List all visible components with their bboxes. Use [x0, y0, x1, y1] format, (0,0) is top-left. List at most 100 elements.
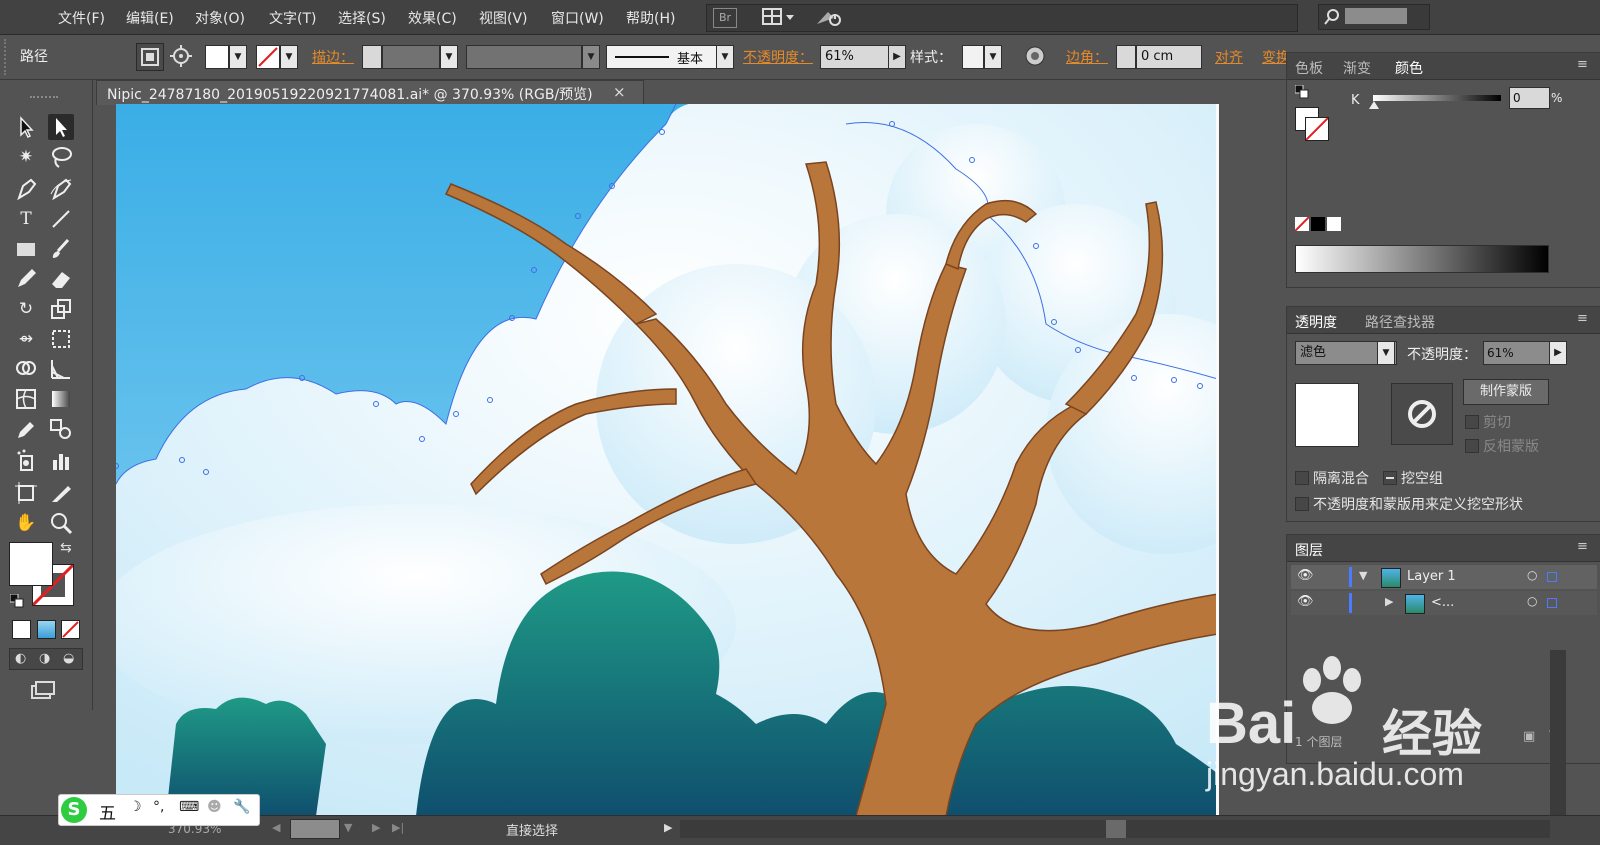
direct-selection-tool-icon[interactable] — [48, 114, 74, 140]
panel-menu-icon[interactable]: ≡ — [1577, 539, 1588, 554]
shape-builder-icon[interactable] — [13, 356, 39, 382]
graphic-style-swatch[interactable] — [962, 45, 984, 69]
workspace-sync-icon[interactable] — [814, 6, 844, 28]
k-value-field[interactable]: 0 — [1509, 87, 1550, 109]
last-artboard-icon[interactable]: ▶| — [392, 821, 404, 834]
sogou-logo-icon[interactable]: S — [61, 797, 87, 823]
ime-mode-label[interactable]: 五 — [99, 799, 116, 824]
arrange-documents-icon[interactable] — [762, 7, 796, 27]
magic-wand-icon[interactable]: ✷ — [13, 144, 39, 170]
paintbrush-tool-icon[interactable] — [48, 236, 74, 262]
opacity-field[interactable]: 61% — [820, 45, 890, 69]
none-mode-icon[interactable] — [61, 620, 80, 639]
vertical-scrollbar[interactable] — [1550, 650, 1566, 815]
grip-handle[interactable] — [4, 39, 12, 75]
clip-checkbox[interactable] — [1465, 415, 1479, 429]
ime-toolbar[interactable]: S 五 ☽ °, ⌨ ☻ 🔧 — [58, 794, 260, 826]
draw-behind-icon[interactable]: ◑ — [39, 651, 50, 666]
horizontal-scroll-thumb[interactable] — [1106, 820, 1126, 838]
panel-opacity-field[interactable]: 61% — [1483, 341, 1550, 365]
free-transform-icon[interactable] — [48, 326, 74, 352]
column-graph-icon[interactable] — [48, 448, 74, 474]
tab-color[interactable]: 颜色 — [1395, 58, 1423, 78]
pen-tool-icon[interactable] — [13, 176, 39, 202]
curvature-tool-icon[interactable] — [48, 176, 74, 202]
make-mask-button[interactable]: 制作蒙版 — [1463, 379, 1549, 405]
brush-definition[interactable]: 基本 — [606, 45, 720, 69]
black-swatch[interactable] — [1311, 217, 1325, 231]
rectangle-tool-icon[interactable] — [13, 236, 39, 262]
search-box[interactable] — [1318, 4, 1430, 30]
isolate-blending-checkbox[interactable] — [1295, 471, 1309, 485]
perspective-grid-icon[interactable] — [48, 356, 74, 382]
recolor-artwork-icon[interactable] — [1024, 45, 1046, 67]
panel-menu-icon[interactable]: ≡ — [1577, 57, 1588, 72]
fill-color-box-front[interactable] — [9, 542, 53, 586]
corner-radius-field[interactable]: 0 cm — [1136, 45, 1202, 69]
layer-row[interactable]: 👁 ▶ <... ○ — [1291, 591, 1597, 615]
keyboard-icon[interactable]: ⌨ — [179, 799, 199, 815]
none-swatch[interactable] — [1294, 216, 1310, 232]
draw-normal-icon[interactable]: ◐ — [15, 651, 26, 666]
default-colors-icon[interactable] — [9, 593, 24, 608]
document-tab[interactable]: Nipic_24787180_20190519220921774081.ai* … — [96, 80, 644, 105]
layer-name[interactable]: Layer 1 — [1407, 569, 1456, 584]
artboard-canvas[interactable] — [116, 104, 1218, 816]
blend-tool-icon[interactable] — [48, 416, 74, 442]
tab-gradient[interactable]: 渐变 — [1343, 58, 1371, 78]
fill-swatch[interactable] — [205, 45, 229, 69]
corner-label[interactable]: 边角： — [1066, 47, 1108, 67]
stroke-label[interactable]: 描边： — [312, 47, 354, 67]
tab-transparency[interactable]: 透明度 — [1295, 312, 1337, 332]
white-swatch[interactable] — [1327, 217, 1341, 231]
close-tab-icon[interactable]: × — [613, 83, 626, 101]
menu-select[interactable]: 选择(S) — [338, 8, 386, 28]
brush-dropdown[interactable]: ▼ — [716, 45, 734, 69]
eraser-tool-icon[interactable] — [48, 266, 74, 292]
tab-pathfinder[interactable]: 路径查找器 — [1365, 312, 1435, 332]
color-spectrum-bar[interactable] — [1295, 245, 1549, 273]
target-circle-icon[interactable]: ○ — [1527, 594, 1537, 608]
knockout-group-checkbox[interactable] — [1383, 471, 1397, 485]
selection-tool-icon[interactable] — [13, 114, 39, 140]
moon-icon[interactable]: ☽ — [129, 799, 142, 815]
stroke-weight-dropdown[interactable]: ▼ — [440, 45, 458, 69]
anchor-target-icon[interactable] — [168, 43, 194, 69]
collapse-triangle-icon[interactable]: ▶ — [1385, 595, 1393, 608]
menu-help[interactable]: 帮助(H) — [626, 8, 675, 28]
artboard-dropdown-icon[interactable]: ▼ — [344, 821, 352, 834]
eyedropper-tool-icon[interactable] — [13, 416, 39, 442]
opacity-slider-arrow[interactable]: ▶ — [888, 45, 906, 69]
mini-default-colors-icon[interactable] — [1294, 84, 1309, 99]
isolate-object-icon[interactable] — [136, 43, 164, 71]
corner-stepper[interactable] — [1116, 45, 1136, 69]
screen-mode-icon[interactable] — [30, 680, 56, 700]
lasso-icon[interactable] — [48, 144, 74, 170]
bridge-button[interactable]: Br — [713, 8, 737, 28]
zoom-tool-icon[interactable] — [48, 510, 74, 536]
artboard-tool-icon[interactable] — [13, 480, 39, 506]
user-icon[interactable]: ☻ — [207, 799, 222, 815]
transform-link[interactable]: 变换 — [1262, 47, 1286, 67]
artboard-number-field[interactable] — [290, 819, 340, 839]
menu-window[interactable]: 窗口(W) — [551, 8, 604, 28]
menu-object[interactable]: 对象(O) — [195, 8, 245, 28]
symbol-sprayer-icon[interactable] — [13, 448, 39, 474]
hand-tool-icon[interactable]: ✋ — [13, 510, 39, 536]
panel-stroke-swatch[interactable] — [1305, 117, 1329, 141]
draw-inside-icon[interactable]: ◒ — [63, 651, 74, 666]
selection-indicator[interactable] — [1547, 598, 1557, 608]
graphic-style-dropdown[interactable]: ▼ — [984, 45, 1002, 69]
wrench-icon[interactable]: 🔧 — [233, 799, 250, 815]
visibility-eye-icon[interactable]: 👁 — [1297, 568, 1314, 583]
gradient-tool-icon[interactable] — [48, 386, 74, 412]
gradient-mode-icon[interactable] — [37, 620, 56, 639]
menu-effect[interactable]: 效果(C) — [408, 8, 457, 28]
pencil-tool-icon[interactable] — [13, 266, 39, 292]
panel-menu-icon[interactable]: ≡ — [1577, 311, 1588, 326]
menu-view[interactable]: 视图(V) — [479, 8, 528, 28]
search-input[interactable] — [1345, 8, 1407, 24]
visibility-eye-icon[interactable]: 👁 — [1297, 594, 1314, 609]
align-link[interactable]: 对齐 — [1215, 47, 1243, 67]
variable-width-profile[interactable] — [466, 45, 582, 69]
